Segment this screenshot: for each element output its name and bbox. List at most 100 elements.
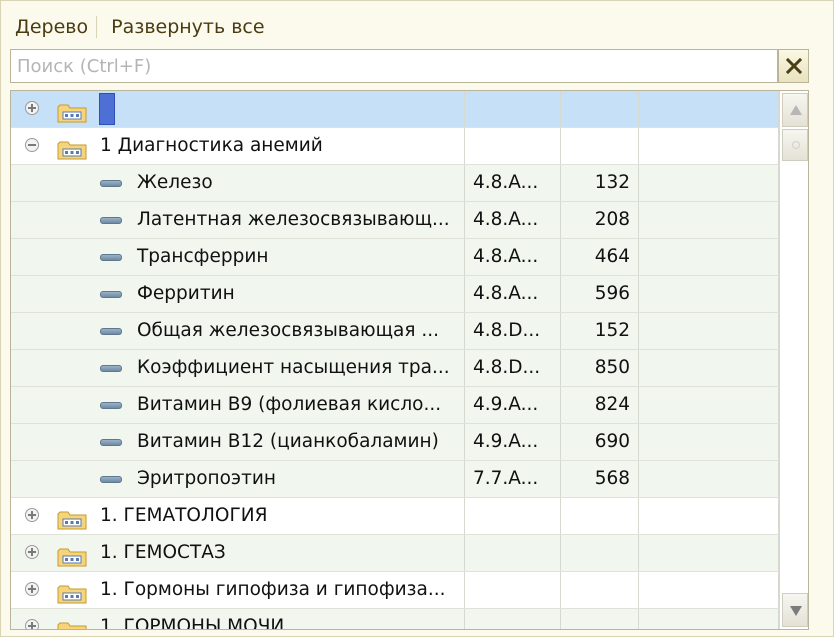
number-cell [561,609,639,629]
item-label: Железо [137,172,213,193]
arrow-up-icon [790,105,802,115]
number-cell: 596 [561,276,639,312]
item-icon [100,254,122,261]
tree-table[interactable]: 1 Диагностика анемий Железо 4.8.A... 132 Лат… [10,90,809,630]
item-label: Латентная железосвязывающ... [137,209,450,230]
search-field[interactable] [10,49,778,83]
item-icon [100,328,122,335]
extra-cell [639,165,779,201]
item-label: Общая железосвязывающая ... [137,320,440,341]
group-label: 1 Диагностика анемий [100,135,323,156]
expand-icon[interactable] [25,582,39,596]
number-cell: 850 [561,350,639,386]
item-icon [100,402,122,409]
folder-icon [57,618,87,629]
tree-item-row[interactable]: Общая железосвязывающая ... 4.8.D... 152 [11,313,779,350]
tree-button[interactable]: Дерево [1,14,96,40]
edit-cursor[interactable] [99,93,115,125]
name-cell: Ферритин [11,276,465,312]
tree-item-row[interactable]: Ферритин 4.8.A... 596 [11,276,779,313]
code-cell: 4.8.A... [465,165,561,201]
code-cell: 4.8.A... [465,276,561,312]
extra-cell [639,424,779,460]
group-label: 1. ГЕМОСТАЗ [100,542,226,563]
number-cell: 568 [561,461,639,497]
item-label: Трансферрин [137,246,269,267]
expand-icon[interactable] [25,101,39,115]
tree-group-row[interactable]: 1. ГЕМОСТАЗ [11,535,779,572]
name-cell: Железо [11,165,465,201]
number-cell [561,572,639,608]
arrow-down-icon [790,606,802,616]
tree-item-row[interactable]: Латентная железосвязывающ... 4.8.A... 208 [11,202,779,239]
tree-group-row[interactable]: 1 Диагностика анемий [11,128,779,165]
extra-cell [639,276,779,312]
collapse-icon[interactable] [25,138,39,152]
item-icon [100,180,122,187]
grip-icon [792,141,800,149]
code-cell [465,128,561,164]
name-cell: 1. ГЕМОСТАЗ [11,535,465,571]
extra-cell [639,498,779,534]
tree-item-row[interactable]: Железо 4.8.A... 132 [11,165,779,202]
extra-cell [639,239,779,275]
extra-cell [639,313,779,349]
number-cell [561,91,639,127]
item-icon [100,291,122,298]
scroll-up-button[interactable] [782,93,808,127]
name-cell: Витамин B12 (цианкобаламин) [11,424,465,460]
close-icon [785,58,802,74]
number-cell [561,535,639,571]
name-cell: Общая железосвязывающая ... [11,313,465,349]
number-cell: 824 [561,387,639,423]
folder-icon [57,544,87,567]
code-cell: 4.8.A... [465,202,561,238]
toolbar: Дерево Развернуть все [1,13,273,41]
tree-item-row[interactable]: Трансферрин 4.8.A... 464 [11,239,779,276]
code-cell: 4.9.A... [465,424,561,460]
number-cell: 132 [561,165,639,201]
tree-item-row[interactable]: Эритропоэтин 7.7.A... 568 [11,461,779,498]
extra-cell [639,461,779,497]
code-cell: 4.8.D... [465,350,561,386]
tree-group-row[interactable]: 1. ГЕМАТОЛОГИЯ [11,498,779,535]
tree-group-row[interactable]: 1. ГОРМОНЫ МОЧИ [11,609,779,629]
name-cell: Коэффициент насыщения тра... [11,350,465,386]
group-label: 1. ГЕМАТОЛОГИЯ [100,505,268,526]
expand-icon[interactable] [25,619,39,629]
number-cell [561,498,639,534]
folder-icon [57,100,87,123]
number-cell [561,128,639,164]
tree-item-row[interactable]: Витамин B12 (цианкобаламин) 4.9.A... 690 [11,424,779,461]
tree-group-row[interactable] [11,91,779,128]
scroll-thumb[interactable] [782,129,808,161]
item-icon [100,439,122,446]
folder-icon [57,507,87,530]
search-input[interactable] [11,50,777,82]
code-cell [465,535,561,571]
number-cell: 464 [561,239,639,275]
clear-search-button[interactable] [778,49,809,83]
expand-all-button[interactable]: Развернуть все [97,14,272,40]
group-label: 1. Гормоны гипофиза и гипофиза... [100,579,446,600]
code-cell [465,572,561,608]
item-icon [100,217,122,224]
tree-rows: 1 Диагностика анемий Железо 4.8.A... 132 Лат… [11,91,779,629]
code-cell [465,609,561,629]
extra-cell [639,535,779,571]
expand-icon[interactable] [25,508,39,522]
name-cell: 1. Гормоны гипофиза и гипофиза... [11,572,465,608]
number-cell: 690 [561,424,639,460]
tree-group-row[interactable]: 1. Гормоны гипофиза и гипофиза... [11,572,779,609]
item-label: Витамин B12 (цианкобаламин) [137,431,439,452]
extra-cell [639,91,779,127]
vertical-scrollbar[interactable] [779,91,808,629]
tree-item-row[interactable]: Витамин B9 (фолиевая кисло... 4.9.A... 824 [11,387,779,424]
name-cell: 1 Диагностика анемий [11,128,465,164]
name-cell: 1. ГЕМАТОЛОГИЯ [11,498,465,534]
expand-icon[interactable] [25,545,39,559]
scroll-down-button[interactable] [782,593,808,627]
extra-cell [639,128,779,164]
extra-cell [639,387,779,423]
tree-item-row[interactable]: Коэффициент насыщения тра... 4.8.D... 850 [11,350,779,387]
